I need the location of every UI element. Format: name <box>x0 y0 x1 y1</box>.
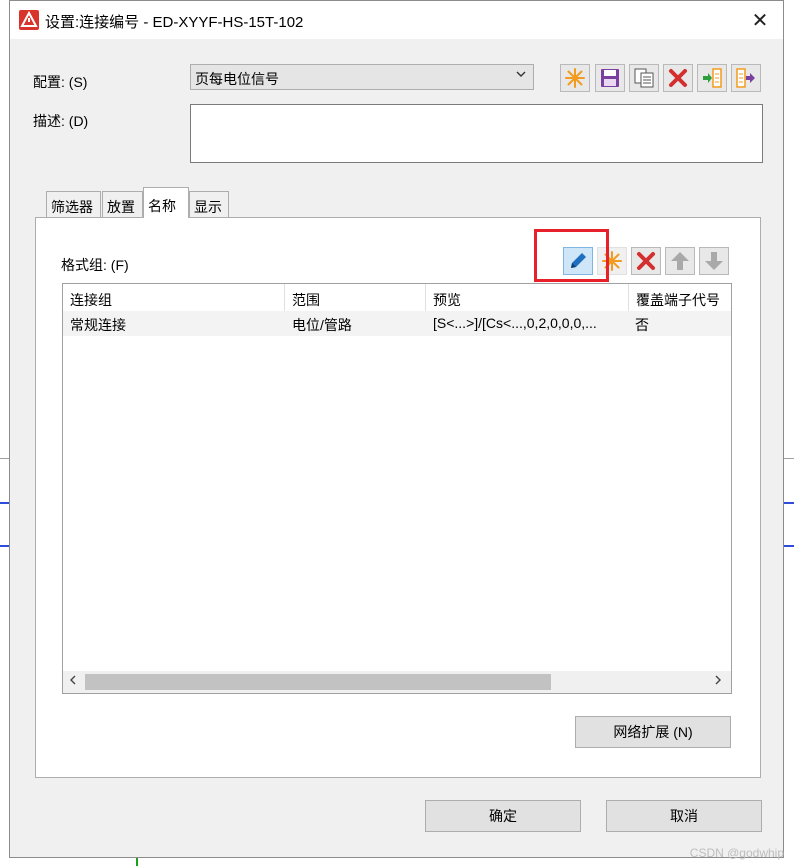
table-cell: 否 <box>635 317 649 333</box>
table-cell: 电位/管路 <box>292 317 352 333</box>
background-line <box>784 545 794 547</box>
tab-placement-label: 放置 <box>107 199 135 215</box>
tab-name-label: 名称 <box>148 198 176 214</box>
description-label: 描述: (D) <box>33 113 89 129</box>
column-header[interactable]: 连接组 <box>63 284 285 311</box>
config-label: 配置: (S) <box>33 74 88 90</box>
export-config-button[interactable] <box>731 64 761 92</box>
highlight-box <box>534 229 609 282</box>
copy-config-button[interactable] <box>629 64 659 92</box>
column-header[interactable]: 覆盖端子代号 <box>629 284 731 311</box>
table-row[interactable]: 常规连接 电位/管路 [S<...>]/[Cs<...,0,2,0,0,0,..… <box>63 311 731 336</box>
config-value: 页每电位信号 <box>195 71 279 87</box>
table-cell: [S<...>]/[Cs<...,0,2,0,0,0,... <box>433 315 597 331</box>
scroll-left-icon[interactable] <box>68 673 78 689</box>
tab-name[interactable]: 名称 <box>143 187 189 218</box>
move-down-button[interactable] <box>699 247 729 275</box>
move-up-icon <box>671 252 689 270</box>
format-group-table[interactable]: 连接组 范围 预览 覆盖端子代号 常规连接 电位/管路 [S<...>]/[Cs… <box>62 283 732 694</box>
background-line <box>0 545 9 547</box>
tab-placement[interactable]: 放置 <box>102 191 143 217</box>
new-config-button[interactable] <box>560 64 590 92</box>
column-header[interactable]: 预览 <box>426 284 629 311</box>
watermark: CSDN @godwhip <box>689 846 784 860</box>
delete-config-button[interactable] <box>663 64 693 92</box>
tab-filter-label: 筛选器 <box>51 199 93 215</box>
delete-icon <box>669 69 687 87</box>
move-down-icon <box>705 252 723 270</box>
background-line <box>0 502 9 504</box>
config-dropdown[interactable]: 页每电位信号 <box>190 64 534 90</box>
delete-icon <box>637 252 655 270</box>
export-icon <box>736 68 755 88</box>
ok-button[interactable]: 确定 <box>425 800 581 832</box>
column-header[interactable]: 范围 <box>285 284 426 311</box>
scroll-right-icon[interactable] <box>713 673 723 689</box>
new-icon <box>565 68 585 88</box>
copy-icon <box>634 68 654 88</box>
description-field[interactable] <box>190 104 763 163</box>
window-title: 设置:连接编号 - ED-XYYF-HS-15T-102 <box>45 14 304 31</box>
import-icon <box>703 68 722 88</box>
close-button[interactable]: ✕ <box>737 1 783 39</box>
tab-filter[interactable]: 筛选器 <box>46 191 101 217</box>
table-cell: 常规连接 <box>70 317 126 333</box>
background-line <box>136 858 138 866</box>
tab-display-label: 显示 <box>194 199 222 215</box>
network-expand-button[interactable]: 网络扩展 (N) <box>575 716 731 748</box>
horizontal-scrollbar[interactable] <box>63 671 731 693</box>
save-config-button[interactable] <box>595 64 625 92</box>
close-icon: ✕ <box>751 9 769 32</box>
title-bar: 设置:连接编号 - ED-XYYF-HS-15T-102 ✕ <box>10 1 783 39</box>
background-line <box>784 502 794 504</box>
scrollbar-thumb[interactable] <box>85 674 551 690</box>
app-icon <box>19 10 39 30</box>
import-config-button[interactable] <box>697 64 727 92</box>
format-group-label: 格式组: (F) <box>61 257 129 273</box>
settings-dialog: 设置:连接编号 - ED-XYYF-HS-15T-102 ✕ 配置: (S) 页… <box>9 0 784 858</box>
cancel-button[interactable]: 取消 <box>606 800 762 832</box>
tab-display[interactable]: 显示 <box>189 191 229 217</box>
delete-format-button[interactable] <box>631 247 661 275</box>
move-up-button[interactable] <box>665 247 695 275</box>
chevron-down-icon <box>515 68 527 83</box>
save-icon <box>601 69 619 87</box>
